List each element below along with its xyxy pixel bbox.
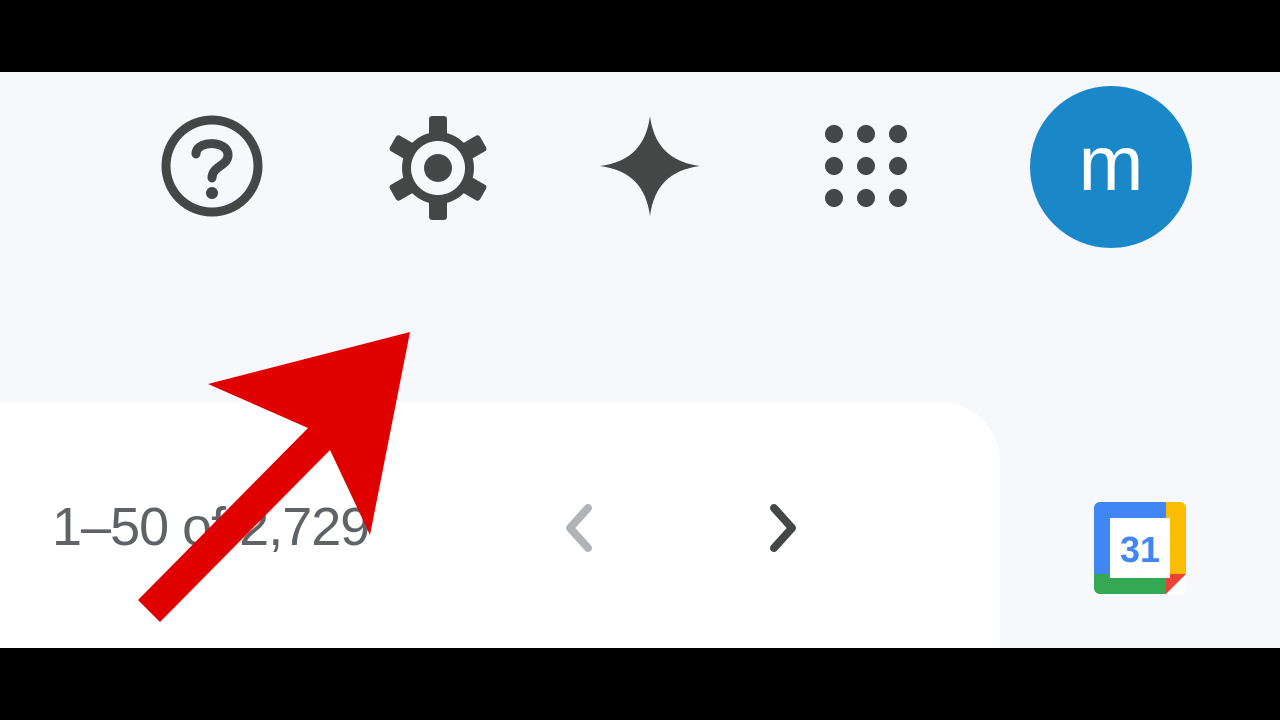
help-button[interactable] [156, 110, 268, 222]
gear-icon [389, 116, 487, 220]
pagination-range: 1–50 of 2,729 [52, 497, 370, 557]
help-circle-icon [161, 115, 263, 217]
google-apps-button[interactable] [818, 118, 914, 214]
google-calendar-icon: 31 [1094, 502, 1186, 594]
apps-grid-icon [825, 125, 907, 207]
calendar-side-button[interactable]: 31 [1090, 498, 1190, 598]
chevron-left-icon [566, 504, 592, 552]
account-avatar[interactable]: m [1030, 86, 1192, 248]
calendar-day: 31 [1120, 529, 1160, 570]
screenshot-stage: m 1–50 of 2,729 31 [0, 0, 1280, 720]
sparkle-icon [600, 116, 700, 216]
gemini-button[interactable] [596, 112, 704, 220]
letterbox-bottom [0, 648, 1280, 720]
avatar-initial: m [1078, 119, 1144, 207]
chevron-right-icon [770, 504, 796, 552]
older-page-button[interactable] [540, 488, 620, 568]
letterbox-top [0, 0, 1280, 72]
newer-page-button[interactable] [742, 488, 822, 568]
settings-button[interactable] [380, 110, 496, 226]
